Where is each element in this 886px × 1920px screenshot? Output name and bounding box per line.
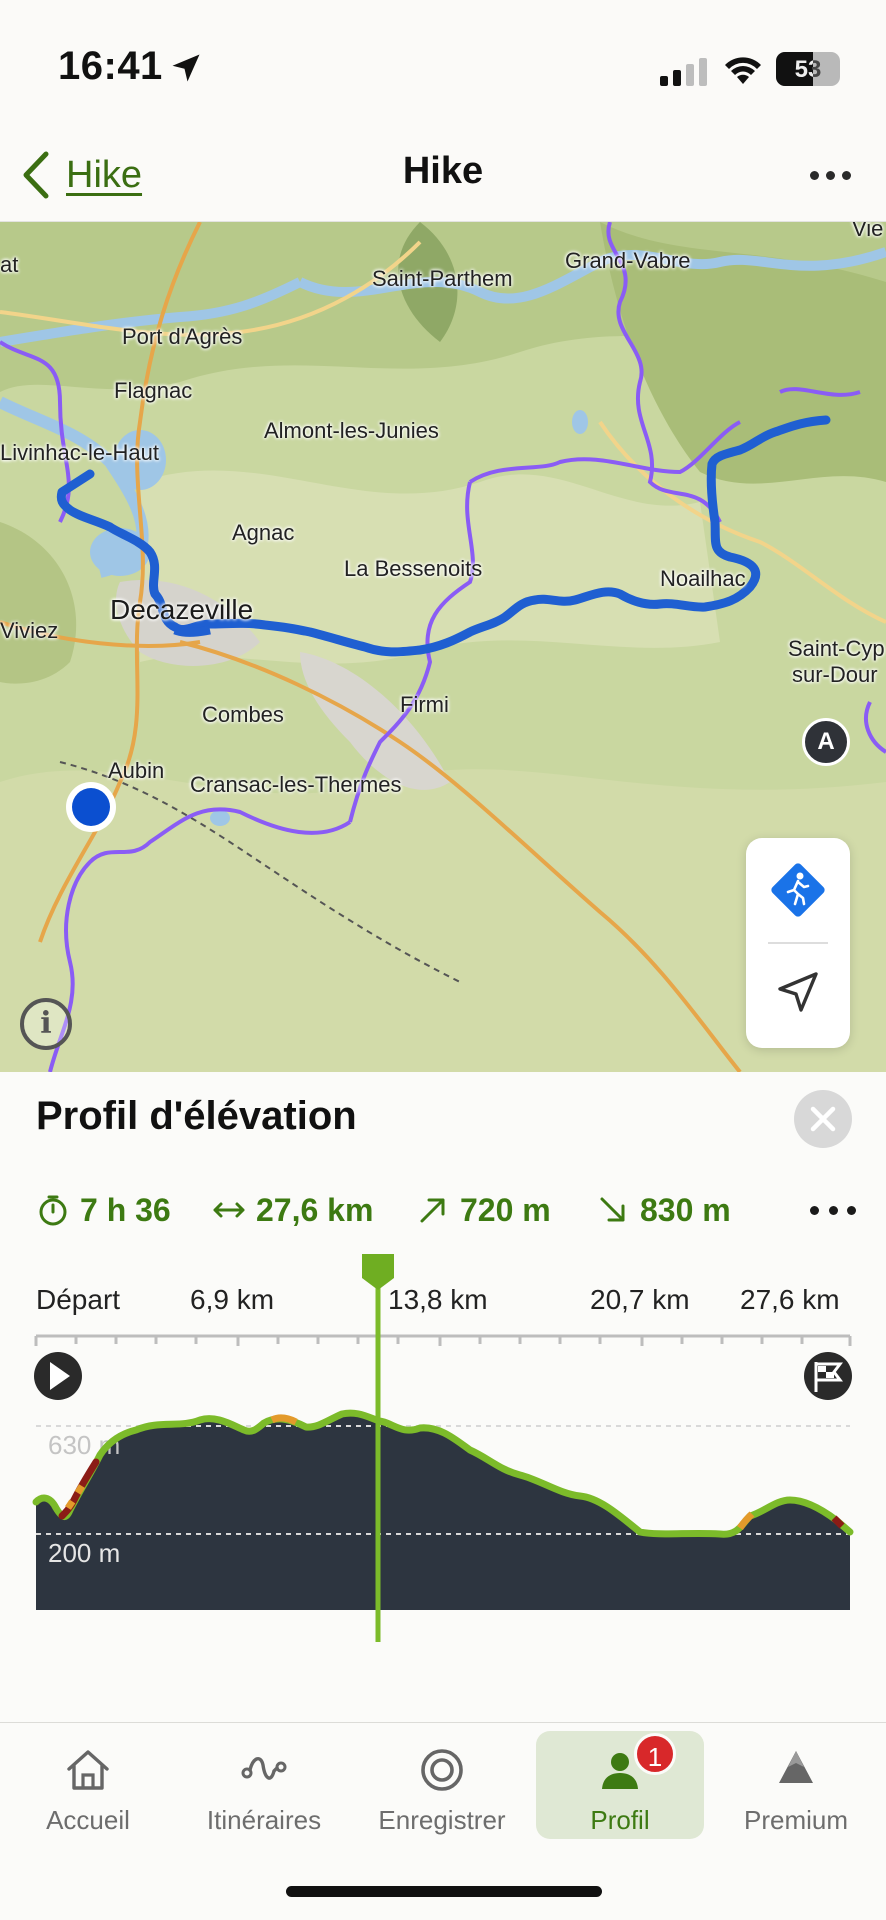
status-bar: 16:41 53: [0, 0, 886, 130]
hiking-mode-button[interactable]: [764, 856, 832, 924]
back-button[interactable]: Hike: [18, 144, 142, 206]
notification-badge: 1: [634, 1733, 676, 1775]
home-icon: [67, 1750, 109, 1790]
battery-percent: 53: [794, 56, 822, 83]
map-place-label: Livinhac-le-Haut: [0, 440, 159, 465]
tab-enregistrer[interactable]: Enregistrer: [358, 1731, 526, 1839]
map-place-label: Firmi: [400, 692, 449, 717]
route-stats: 7 h 36 27,6 km 720 m 830 m: [36, 1186, 856, 1234]
stat-distance: 27,6 km: [212, 1186, 373, 1234]
map-place-label: Almont-les-Junies: [264, 418, 439, 443]
tab-label: Itinéraires: [206, 1805, 322, 1835]
map-place-label: Port d'Agrès: [122, 324, 243, 349]
map-place-label: Saint-Parthem: [372, 266, 513, 291]
elevation-chart[interactable]: 630 m 200 m: [0, 1250, 886, 1650]
map-place-label: Combes: [202, 702, 284, 727]
close-button[interactable]: [794, 1090, 852, 1148]
stat-descent-value: 830 m: [640, 1191, 731, 1228]
timer-icon: [39, 1195, 67, 1226]
stat-descent: 830 m: [596, 1186, 731, 1234]
tab-label: Profil: [590, 1805, 650, 1835]
descent-arrow-icon: [600, 1197, 625, 1222]
map-place-label: Grand-Vabre: [565, 248, 691, 273]
tab-label: Premium: [743, 1805, 848, 1835]
map-place-label: La Bessenoits: [344, 556, 483, 581]
grid-label-low: 200 m: [48, 1538, 120, 1568]
chevron-left-icon: [23, 151, 49, 199]
premium-icon: [779, 1751, 813, 1783]
locate-me-button[interactable]: [770, 964, 826, 1020]
stats-more-button[interactable]: [810, 1192, 856, 1228]
finish-flag-icon: [804, 1352, 852, 1400]
stat-distance-value: 27,6 km: [256, 1191, 374, 1228]
wifi-icon: [725, 57, 761, 84]
tab-itineraires[interactable]: Itinéraires: [180, 1731, 348, 1839]
tab-profil[interactable]: Profil 1: [536, 1731, 704, 1839]
map-place-label: Saint-Cyp: [788, 636, 885, 661]
map-place-label: sur-Dour: [792, 662, 878, 687]
home-indicator: [286, 1886, 602, 1897]
route-start-marker[interactable]: A: [802, 718, 850, 766]
map-place-label: Agnac: [232, 520, 295, 545]
current-location-marker: [66, 782, 116, 832]
ascent-arrow-icon: [420, 1198, 445, 1223]
close-icon: [810, 1106, 836, 1132]
sheet-title: Profil d'élévation: [36, 1094, 357, 1138]
map-tools-panel: [746, 838, 850, 1048]
cursor-handle[interactable]: [362, 1254, 394, 1290]
map-info-button[interactable]: i: [20, 998, 72, 1050]
distance-arrows-icon: [213, 1202, 245, 1218]
map-place-label: at: [0, 252, 19, 277]
map-place-label: Vie: [852, 222, 884, 241]
start-flag-icon: [34, 1352, 82, 1400]
nav-bar: Hike Hike: [0, 130, 886, 222]
stat-duration: 7 h 36: [36, 1186, 171, 1234]
location-arrow-icon: [172, 54, 200, 82]
stat-ascent-value: 720 m: [460, 1191, 551, 1228]
map-place-label: Noailhac: [660, 566, 746, 591]
stat-duration-value: 7 h 36: [80, 1191, 171, 1228]
tab-label: Enregistrer: [378, 1805, 506, 1835]
battery-icon: 53: [776, 52, 840, 86]
record-icon: [421, 1749, 463, 1791]
signal-icon: [660, 58, 707, 86]
map-place-label: Viviez: [0, 618, 59, 643]
map-place-label: Decazeville: [110, 594, 254, 625]
tab-label: Accueil: [46, 1805, 130, 1835]
map-place-label: Cransac-les-Thermes: [190, 772, 402, 797]
status-time: 16:41: [58, 44, 163, 88]
back-button-label: Hike: [66, 153, 143, 196]
stat-ascent: 720 m: [416, 1186, 551, 1234]
tab-premium[interactable]: Premium: [712, 1731, 880, 1839]
more-options-button[interactable]: [800, 150, 860, 200]
routes-icon: [241, 1757, 287, 1780]
tab-accueil[interactable]: Accueil: [4, 1731, 172, 1839]
map-place-label: Flagnac: [114, 378, 193, 403]
